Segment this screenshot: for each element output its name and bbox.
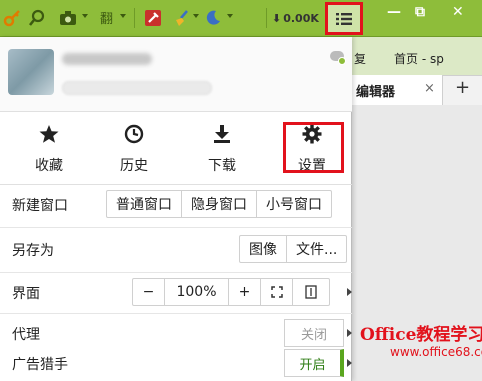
active-tab[interactable]: 编辑器 ×	[352, 75, 443, 105]
moon-icon[interactable]	[203, 8, 223, 28]
watermark-title: Office教程学习网	[360, 325, 482, 345]
interface-submenu-arrow-icon[interactable]	[347, 288, 352, 296]
minimize-icon[interactable]: —	[387, 4, 401, 20]
download-arrow-icon: ⬇	[272, 11, 282, 25]
zoom-level: 100%	[165, 279, 229, 305]
toolbar-separator	[266, 8, 267, 28]
new-window-options: 普通窗口 隐身窗口 小号窗口	[106, 190, 332, 218]
ad-hunter-row: 广告猎手 开启	[0, 344, 352, 381]
magnifier-icon[interactable]	[27, 8, 47, 28]
close-window-icon[interactable]: ✕	[452, 4, 464, 20]
alt-account-window-button[interactable]: 小号窗口	[257, 191, 331, 217]
history-button[interactable]: 历史	[90, 113, 178, 185]
favorites-label: 收藏	[35, 158, 63, 174]
camera-dropdown-icon[interactable]	[82, 14, 88, 18]
translate-icon[interactable]: 翻	[98, 8, 118, 28]
avatar[interactable]	[8, 49, 54, 95]
main-menu-button[interactable]	[325, 2, 363, 35]
reading-mode-icon	[305, 285, 317, 299]
menu-divider	[0, 227, 352, 228]
ad-hunter-label: 广告猎手	[12, 357, 68, 373]
save-image-button[interactable]: 图像	[240, 236, 287, 262]
settings-highlight	[283, 122, 344, 173]
history-label: 历史	[120, 158, 148, 174]
svg-text:翻: 翻	[100, 12, 113, 27]
toolbar-separator	[134, 8, 135, 28]
save-file-button[interactable]: 文件...	[287, 236, 346, 262]
interface-label: 界面	[12, 286, 40, 302]
star-icon	[5, 123, 93, 145]
sync-status-icon	[338, 57, 346, 65]
incognito-window-button[interactable]: 隐身窗口	[182, 191, 257, 217]
download-speed-value: 0.00K	[283, 11, 319, 25]
ad-hunter-submenu-arrow-icon[interactable]	[347, 359, 352, 367]
proxy-label: 代理	[12, 327, 40, 343]
proxy-submenu-arrow-icon[interactable]	[347, 329, 352, 337]
clock-icon	[90, 123, 178, 145]
username-blurred	[62, 53, 152, 65]
watermark-url: www.office68.com	[390, 345, 482, 359]
broom-icon[interactable]	[172, 8, 192, 28]
save-as-label: 另存为	[12, 243, 54, 259]
menu-list-icon	[336, 12, 352, 25]
zoom-in-button[interactable]: +	[229, 279, 261, 305]
broom-dropdown-icon[interactable]	[193, 14, 199, 18]
translate-dropdown-icon[interactable]	[120, 14, 126, 18]
account-blurred	[62, 81, 212, 95]
camera-icon[interactable]	[58, 8, 78, 28]
zoom-controls: − 100% +	[132, 278, 330, 306]
watermark: Office教程学习网 www.office68.com	[360, 320, 482, 376]
browser-toolbar: 翻 ⬇ 0.00K — ⧉ ✕	[0, 0, 482, 37]
save-as-row: 另存为 图像 文件...	[0, 230, 352, 268]
main-menu-panel: 收藏 历史 下载 设置 新建窗口 普通窗口 隐身窗口 小号窗口 另存为 图像 文…	[0, 37, 352, 381]
new-window-label: 新建窗口	[12, 198, 68, 214]
new-window-row: 新建窗口 普通窗口 隐身窗口 小号窗口	[0, 185, 352, 223]
key-icon[interactable]	[2, 8, 22, 28]
zoom-out-button[interactable]: −	[133, 279, 165, 305]
download-icon	[178, 123, 266, 145]
tools-icon[interactable]	[143, 8, 163, 28]
new-tab-button[interactable]: +	[455, 77, 470, 98]
active-tab-title: 编辑器	[356, 85, 396, 100]
fullscreen-icon	[270, 286, 283, 298]
moon-dropdown-icon[interactable]	[227, 14, 233, 18]
favorites-button[interactable]: 收藏	[5, 113, 93, 185]
interface-row: 界面 − 100% +	[0, 273, 352, 311]
fullscreen-button[interactable]	[261, 279, 293, 305]
downloads-button[interactable]: 下载	[178, 113, 266, 185]
restore-icon[interactable]: ⧉	[415, 4, 425, 20]
save-as-options: 图像 文件...	[239, 235, 348, 263]
normal-window-button[interactable]: 普通窗口	[107, 191, 182, 217]
bookmark-tab-2[interactable]: 首页 - sp	[394, 50, 444, 67]
user-section[interactable]	[0, 37, 352, 112]
close-tab-icon[interactable]: ×	[424, 81, 435, 96]
download-speed[interactable]: ⬇ 0.00K	[272, 8, 319, 28]
proxy-toggle[interactable]: 关闭	[284, 319, 344, 347]
downloads-label: 下载	[208, 158, 236, 174]
ad-hunter-toggle[interactable]: 开启	[284, 349, 344, 377]
bookmark-tab-1[interactable]: 复	[354, 50, 366, 67]
reading-mode-button[interactable]	[293, 279, 329, 305]
